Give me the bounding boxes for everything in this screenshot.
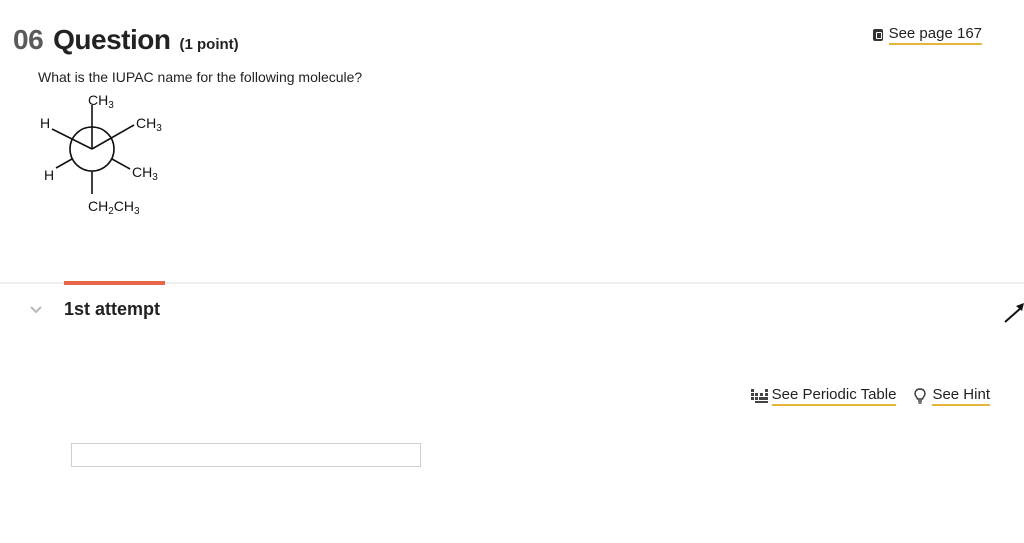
question-number: 06 [13,24,44,55]
arrow-cursor-icon [1004,303,1024,323]
question-header: 06 Question (1 point) [13,24,239,56]
question-points: (1 point) [179,36,239,53]
book-icon [872,29,883,41]
bond-back-right [111,158,131,170]
attempt-tab-accent [64,281,165,285]
bond-front-left [51,128,93,150]
answer-input[interactable] [71,443,421,467]
label-front-right: CH3 [136,115,162,134]
newman-projection: CH3 H CH3 H CH3 CH2CH3 [40,92,162,217]
attempt-toggle[interactable]: 1st attempt [27,299,160,320]
see-hint-label: See Hint [932,386,990,406]
chevron-down-icon[interactable] [27,301,45,319]
bond-back-left [55,158,73,169]
lightbulb-icon [914,388,927,404]
see-hint-button[interactable]: See Hint [914,386,990,406]
see-periodic-table-button[interactable]: See Periodic Table [750,386,897,406]
label-front-left: H [40,115,50,131]
question-prompt: What is the IUPAC name for the following… [38,69,363,85]
label-back-left: H [44,167,54,183]
see-page-link[interactable]: See page 167 [872,25,982,45]
question-title: Question [53,24,171,55]
see-periodic-table-label: See Periodic Table [771,386,897,406]
question-tools: See Periodic Table See Hint [733,386,990,406]
label-back-right: CH3 [132,164,158,183]
label-bottom: CH2CH3 [88,198,140,217]
see-page-label: See page 167 [888,25,982,45]
periodic-table-icon [750,389,768,403]
attempt-label: 1st attempt [64,299,161,319]
